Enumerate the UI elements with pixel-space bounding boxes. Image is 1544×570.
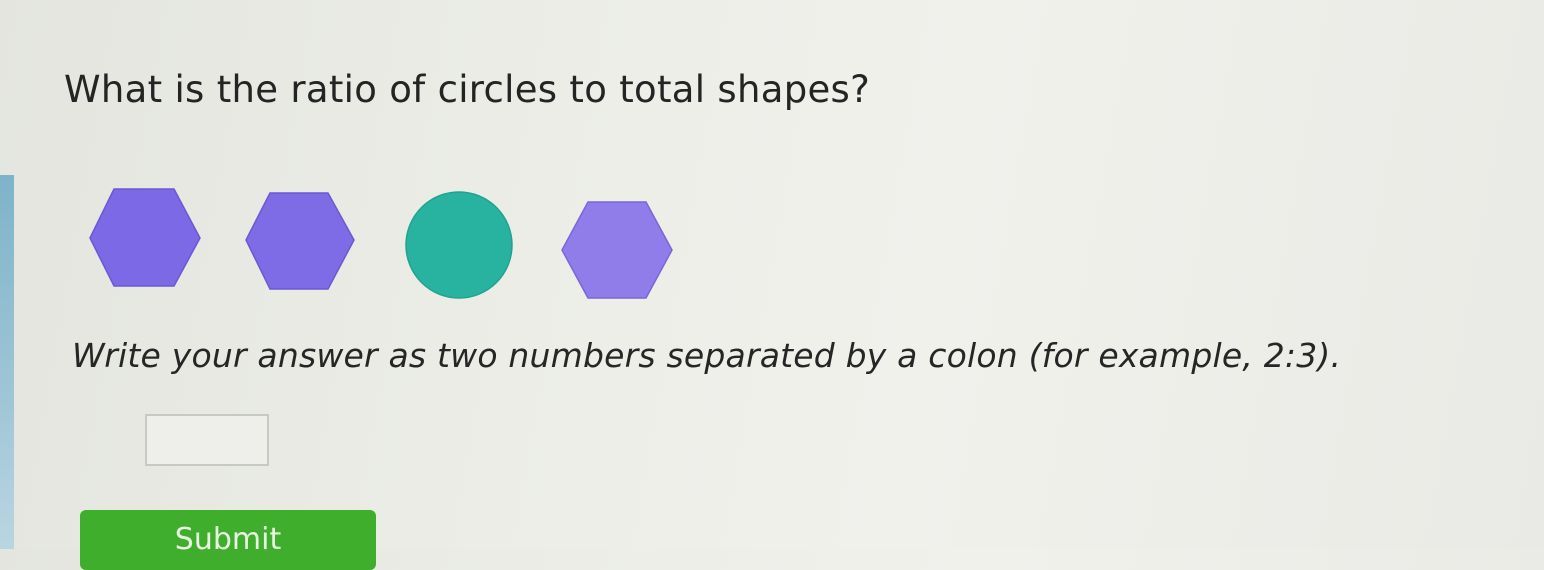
circle-icon	[405, 191, 513, 299]
instruction-text: Write your answer as two numbers separat…	[72, 336, 1342, 375]
hexagon-icon	[89, 188, 201, 287]
hexagon-icon	[245, 192, 355, 290]
page-edge-strip	[0, 175, 14, 549]
answer-input[interactable]	[145, 414, 269, 466]
hexagon-icon	[561, 201, 673, 299]
shapes-row	[88, 186, 688, 306]
shapes-figure	[89, 188, 673, 299]
question-text: What is the ratio of circles to total sh…	[64, 68, 871, 111]
submit-button[interactable]: Submit	[80, 510, 376, 570]
